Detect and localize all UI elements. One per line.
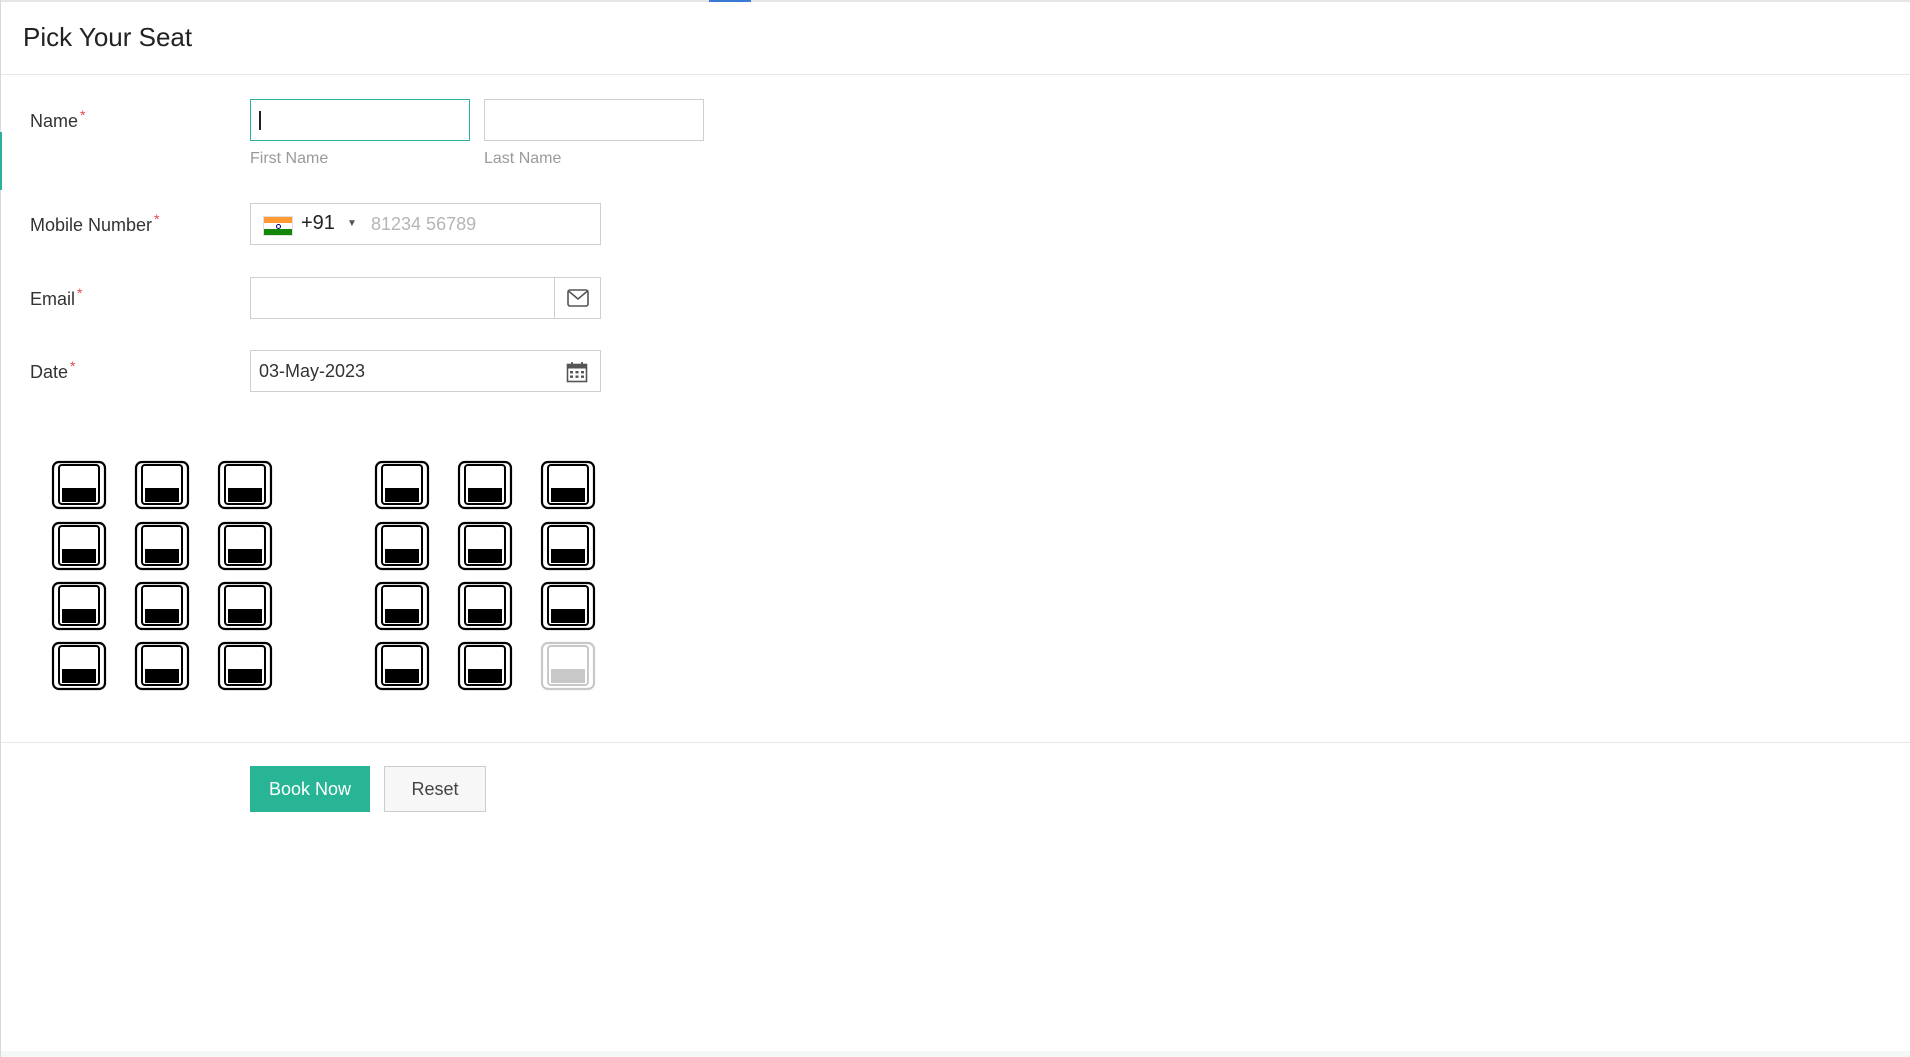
mobile-label-text: Mobile Number xyxy=(30,215,153,235)
seat-available[interactable] xyxy=(51,641,107,691)
email-addon xyxy=(554,278,600,318)
seat-available[interactable] xyxy=(51,581,107,631)
seat-available[interactable] xyxy=(217,521,273,571)
seat-available[interactable] xyxy=(457,581,513,631)
name-label-text: Name xyxy=(30,111,79,131)
seat-icon xyxy=(374,581,430,631)
seat-icon xyxy=(134,521,190,571)
reset-button[interactable]: Reset xyxy=(384,766,486,812)
seat-icon xyxy=(51,581,107,631)
seat-available[interactable] xyxy=(457,521,513,571)
page-title: Pick Your Seat xyxy=(23,22,193,52)
required-mark: * xyxy=(77,285,83,301)
seat-available[interactable] xyxy=(457,460,513,510)
seat-icon xyxy=(540,581,596,631)
seat-available[interactable] xyxy=(134,460,190,510)
last-name-input[interactable] xyxy=(484,99,704,141)
seat-disabled xyxy=(540,641,596,691)
seat-icon xyxy=(457,521,513,571)
seat-icon xyxy=(134,581,190,631)
seat-available[interactable] xyxy=(540,521,596,571)
seat-icon xyxy=(457,460,513,510)
seat-available[interactable] xyxy=(217,581,273,631)
seat-available[interactable] xyxy=(51,460,107,510)
date-label-text: Date xyxy=(30,362,69,382)
seat-icon xyxy=(374,460,430,510)
email-label: Email * xyxy=(30,285,82,310)
mobile-label: Mobile Number * xyxy=(30,211,160,236)
chevron-down-icon[interactable]: ▼ xyxy=(347,218,357,229)
seat-icon xyxy=(217,641,273,691)
seat-icon xyxy=(51,641,107,691)
seat-available[interactable] xyxy=(134,521,190,571)
seat-available[interactable] xyxy=(374,521,430,571)
seat-icon xyxy=(217,521,273,571)
seat-icon xyxy=(217,460,273,510)
first-name-caption: First Name xyxy=(250,150,329,167)
flag-chakra xyxy=(276,224,281,229)
seat-icon xyxy=(51,521,107,571)
book-now-button[interactable]: Book Now xyxy=(250,766,370,812)
seat-available[interactable] xyxy=(217,641,273,691)
text-caret xyxy=(259,111,261,130)
india-flag-icon[interactable] xyxy=(263,216,293,236)
seat-icon xyxy=(374,521,430,571)
seat-icon xyxy=(134,641,190,691)
seat-available[interactable] xyxy=(134,581,190,631)
seat-icon xyxy=(540,460,596,510)
name-label: Name * xyxy=(30,107,85,132)
calendar-icon[interactable] xyxy=(566,361,588,383)
email-label-text: Email xyxy=(30,289,76,309)
required-mark: * xyxy=(154,211,160,227)
seat-available[interactable] xyxy=(51,521,107,571)
date-input[interactable]: 03-May-2023 xyxy=(250,350,601,392)
seat-available[interactable] xyxy=(217,460,273,510)
seat-available[interactable] xyxy=(374,460,430,510)
envelope-icon xyxy=(566,289,589,307)
date-label: Date * xyxy=(30,358,75,383)
last-name-caption: Last Name xyxy=(484,150,562,167)
seat-icon xyxy=(134,460,190,510)
seat-icon xyxy=(374,641,430,691)
mobile-number-input[interactable]: +91 ▼ 81234 56789 xyxy=(250,203,601,245)
flag-band-green xyxy=(264,228,292,235)
seat-icon xyxy=(540,641,596,691)
seat-available[interactable] xyxy=(374,641,430,691)
dial-code[interactable]: +91 xyxy=(301,212,335,235)
seat-icon xyxy=(457,641,513,691)
bottom-strip xyxy=(1,1051,1910,1057)
date-value: 03-May-2023 xyxy=(259,361,366,381)
required-mark: * xyxy=(70,358,76,374)
seat-icon xyxy=(51,460,107,510)
seat-available[interactable] xyxy=(374,581,430,631)
first-name-input[interactable] xyxy=(250,99,470,141)
mobile-placeholder: 81234 56789 xyxy=(371,214,477,234)
active-field-indicator xyxy=(0,132,2,190)
seat-available[interactable] xyxy=(540,581,596,631)
seat-available[interactable] xyxy=(457,641,513,691)
seat-icon xyxy=(457,581,513,631)
seat-icon xyxy=(217,581,273,631)
form-header: Pick Your Seat xyxy=(1,2,1910,75)
section-divider xyxy=(1,742,1910,743)
seat-available[interactable] xyxy=(134,641,190,691)
form-page: Pick Your Seat Name * First Name Last Nam… xyxy=(0,0,1910,1057)
email-input[interactable] xyxy=(250,277,601,319)
seat-available[interactable] xyxy=(540,460,596,510)
seat-icon xyxy=(540,521,596,571)
required-mark: * xyxy=(80,107,86,123)
